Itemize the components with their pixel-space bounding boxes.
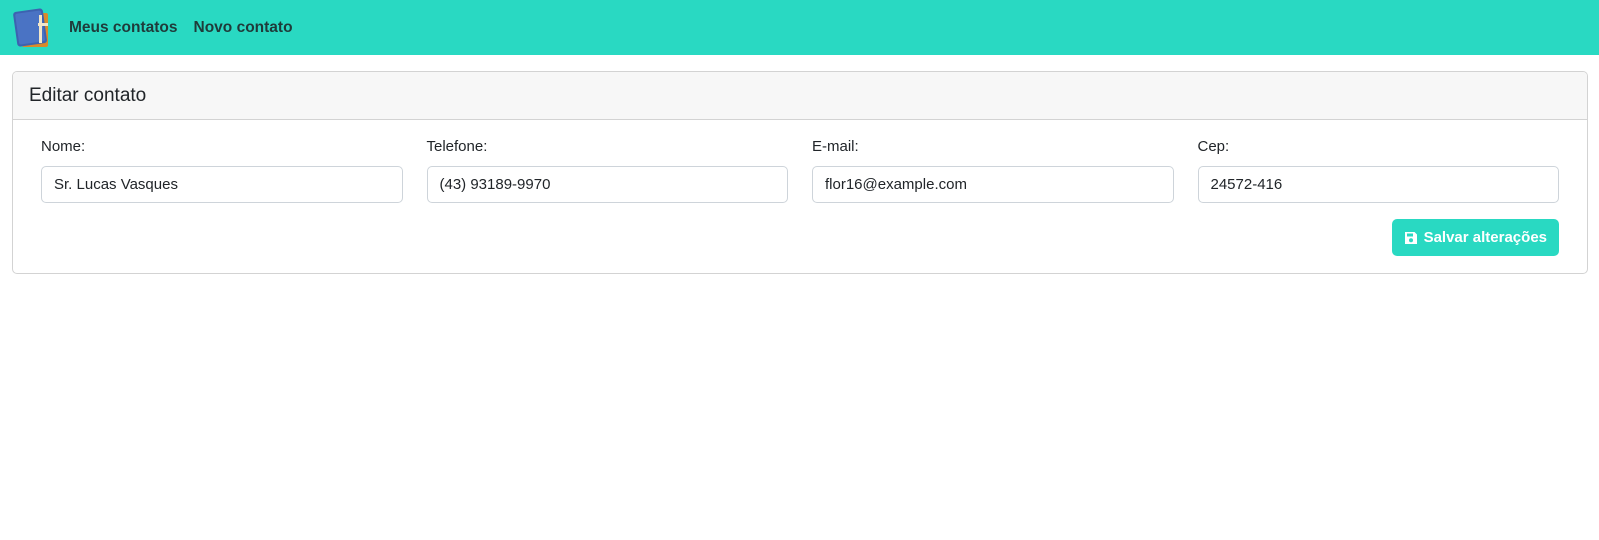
phone-label: Telefone:	[426, 138, 488, 155]
email-label: E-mail:	[812, 138, 859, 155]
navbar: Meus contatos Novo contato	[0, 0, 1599, 55]
phone-group: Telefone:	[426, 138, 788, 203]
form-row: Nome: Telefone: E-mail: Cep:	[41, 138, 1559, 203]
save-button[interactable]: Salvar alterações	[1391, 219, 1559, 256]
nav-link-novo-contato[interactable]: Novo contato	[194, 19, 293, 37]
card-title: Editar contato	[29, 84, 147, 106]
form-actions: Salvar alterações	[41, 219, 1559, 256]
edit-contact-card: Editar contato Nome: Telefone: E-mail: C…	[12, 71, 1588, 274]
name-label: Nome:	[41, 138, 86, 155]
name-input[interactable]	[41, 166, 403, 203]
email-input[interactable]	[812, 166, 1174, 203]
cep-group: Cep:	[1197, 138, 1559, 203]
phone-input[interactable]	[426, 166, 788, 203]
address-book-icon[interactable]	[12, 7, 54, 49]
floppy-disk-icon	[1404, 231, 1418, 245]
email-group: E-mail:	[812, 138, 1174, 203]
card-body: Nome: Telefone: E-mail: Cep:	[13, 120, 1587, 256]
cep-input[interactable]	[1197, 166, 1559, 203]
cep-label: Cep:	[1197, 138, 1230, 155]
save-button-label: Salvar alterações	[1423, 229, 1547, 246]
name-group: Nome:	[41, 138, 403, 203]
nav-link-meus-contatos[interactable]: Meus contatos	[69, 19, 178, 37]
card-header: Editar contato	[13, 72, 1587, 120]
